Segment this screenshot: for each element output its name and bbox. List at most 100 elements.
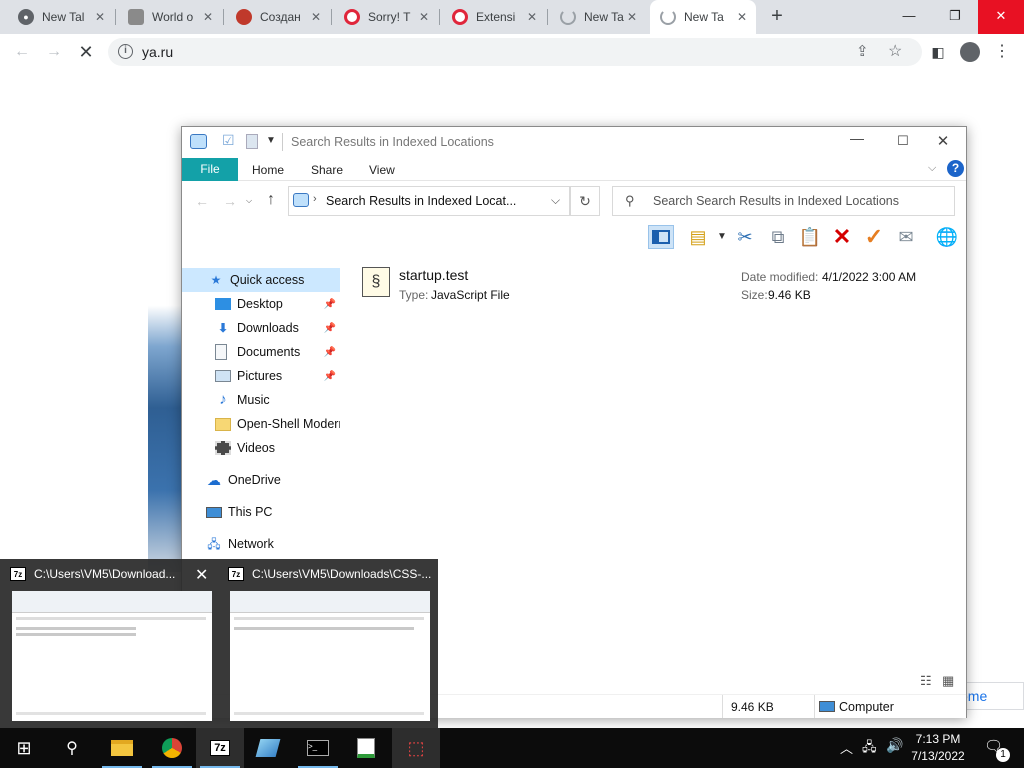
script-file-icon: § (362, 267, 390, 297)
stop-loading-button[interactable]: ✕ (74, 40, 98, 64)
loading-icon (660, 9, 676, 25)
close-tab-icon[interactable]: ✕ (624, 10, 640, 24)
sidebar-item-downloads[interactable]: ⬇ Downloads 📌 (182, 316, 340, 340)
views-icon[interactable]: ▤ (685, 225, 711, 249)
window-thumbnail[interactable]: 7z C:\Users\VM5\Download... ✕ (0, 559, 216, 728)
forward-button[interactable]: → (42, 40, 66, 64)
close-tab-icon[interactable]: ✕ (308, 10, 324, 24)
rename-checkmark-icon[interactable]: ✓ (861, 225, 887, 249)
window-thumbnail[interactable]: 7z C:\Users\VM5\Downloads\CSS-... (218, 559, 434, 728)
sidebar-item-pictures[interactable]: Pictures 📌 (182, 364, 340, 388)
browser-tab[interactable]: ● New Tal ✕ (8, 0, 114, 34)
show-hidden-icons[interactable]: ︿ (840, 738, 853, 757)
share-icon[interactable]: ⇪ (856, 42, 869, 60)
forward-arrow-icon[interactable]: → (223, 193, 237, 209)
tab-share[interactable]: Share (311, 163, 343, 177)
close-tab-icon[interactable]: ✕ (734, 10, 750, 24)
paste-icon[interactable]: 📋 (797, 225, 823, 249)
refresh-button[interactable]: ↻ (570, 186, 600, 216)
customize-quick-access-icon[interactable]: ▼ (266, 135, 276, 146)
address-box[interactable]: › Search Results in Indexed Locat... ⌵ (288, 186, 570, 216)
recent-locations-icon[interactable]: ⌵ (246, 196, 252, 206)
profile-avatar[interactable] (958, 40, 982, 64)
sidebar-item-network[interactable]: 🖧 Network (182, 532, 340, 556)
info-icon[interactable]: i (118, 44, 133, 59)
browser-tab[interactable]: World o ✕ (118, 0, 222, 34)
bookmark-star-icon[interactable]: ☆ (888, 41, 902, 61)
globe-icon[interactable]: 🌐 (934, 225, 960, 249)
clock[interactable]: 7:13 PM 7/13/2022 (906, 731, 970, 765)
sidebar-item-onedrive[interactable]: ☁ OneDrive (182, 468, 340, 492)
preview-pane-icon[interactable] (648, 225, 674, 249)
app-taskbar[interactable]: ⬚ (392, 728, 440, 768)
sidebar-item-quick-access[interactable]: ★ Quick access (182, 268, 340, 292)
new-folder-icon[interactable] (246, 134, 258, 149)
tab-view[interactable]: View (369, 163, 395, 177)
search-folder-icon (293, 193, 309, 207)
browser-tab[interactable]: Extensi ✕ (442, 0, 546, 34)
pin-icon[interactable]: 📌 (324, 371, 336, 382)
sidebar-item-open-shell[interactable]: Open-Shell Modern (182, 412, 340, 436)
volume-icon[interactable]: 🔊 (886, 737, 903, 754)
sidebar-item-music[interactable]: ♪ Music (182, 388, 340, 412)
terminal-icon: >_ (307, 740, 329, 756)
browser-tab[interactable]: Создан ✕ (226, 0, 330, 34)
tab-file[interactable]: File (182, 158, 238, 181)
explorer-minimize-button[interactable]: — (834, 130, 880, 146)
status-size: 9.46 KB (731, 700, 774, 714)
up-arrow-icon[interactable]: ↑ (267, 191, 275, 209)
close-tab-icon[interactable]: ✕ (92, 10, 108, 24)
breadcrumb[interactable]: Search Results in Indexed Locat... (326, 194, 516, 208)
search-box[interactable]: ⚲ Search Search Results in Indexed Locat… (612, 186, 955, 216)
pin-icon[interactable]: 📌 (324, 323, 336, 334)
app-taskbar[interactable] (244, 728, 292, 768)
side-panel-icon[interactable]: ◧ (926, 40, 950, 64)
browser-tab[interactable]: New Ta ✕ (550, 0, 646, 34)
back-button[interactable]: ← (10, 40, 34, 64)
network-tray-icon[interactable]: 🖧 (862, 738, 877, 760)
email-icon[interactable]: ✉ (893, 225, 919, 249)
preview-row (16, 633, 136, 636)
details-view-icon[interactable]: ☷ (920, 673, 932, 689)
large-icons-view-icon[interactable]: ▦ (942, 673, 954, 689)
file-explorer-taskbar[interactable] (98, 728, 146, 768)
start-button[interactable]: ⊞ (0, 728, 48, 768)
file-item[interactable]: § startup.test Type: JavaScript File Dat… (362, 265, 922, 305)
address-bar[interactable]: i ya.ru ⇪ ☆ (108, 38, 922, 66)
browser-tab-active[interactable]: New Ta ✕ (650, 0, 756, 34)
maximize-button[interactable]: ❐ (932, 0, 978, 34)
close-tab-icon[interactable]: ✕ (416, 10, 432, 24)
pin-icon[interactable]: 📌 (324, 299, 336, 310)
sidebar-item-desktop[interactable]: Desktop 📌 (182, 292, 340, 316)
close-tab-icon[interactable]: ✕ (524, 10, 540, 24)
help-icon[interactable]: ? (947, 160, 964, 177)
sidebar-item-this-pc[interactable]: This PC (182, 500, 340, 524)
app-taskbar[interactable] (342, 728, 390, 768)
explorer-close-button[interactable]: ✕ (920, 132, 966, 150)
tab-home[interactable]: Home (252, 163, 284, 177)
expand-ribbon-icon[interactable]: ⌵ (928, 162, 936, 175)
menu-icon[interactable]: ⋮ (990, 40, 1014, 64)
address-dropdown-icon[interactable]: ⌵ (551, 193, 560, 208)
search-button[interactable]: ⚲ (48, 728, 96, 768)
new-tab-button[interactable]: + (765, 5, 789, 29)
console-taskbar[interactable]: >_ (294, 728, 342, 768)
7zip-taskbar[interactable]: 7z (196, 728, 244, 768)
sidebar-item-videos[interactable]: Videos (182, 436, 340, 460)
cut-icon[interactable]: ✂ (732, 225, 758, 249)
minimize-button[interactable]: — (886, 0, 932, 34)
properties-icon[interactable]: ☑ (222, 132, 235, 149)
browser-tab[interactable]: Sorry! T ✕ (334, 0, 438, 34)
search-input[interactable]: Search Search Results in Indexed Locatio… (653, 194, 899, 208)
close-thumbnail-icon[interactable]: ✕ (195, 565, 208, 585)
delete-icon[interactable]: ✕ (829, 225, 855, 249)
close-tab-icon[interactable]: ✕ (200, 10, 216, 24)
chrome-icon: ● (18, 9, 34, 25)
close-window-button[interactable]: ✕ (978, 0, 1024, 34)
copy-icon[interactable]: ⧉ (765, 225, 791, 249)
pin-icon[interactable]: 📌 (324, 347, 336, 358)
back-arrow-icon[interactable]: ← (195, 193, 209, 209)
date-modified-label: Date modified: (741, 270, 819, 284)
sidebar-item-documents[interactable]: Documents 📌 (182, 340, 340, 364)
chrome-taskbar[interactable] (148, 728, 196, 768)
